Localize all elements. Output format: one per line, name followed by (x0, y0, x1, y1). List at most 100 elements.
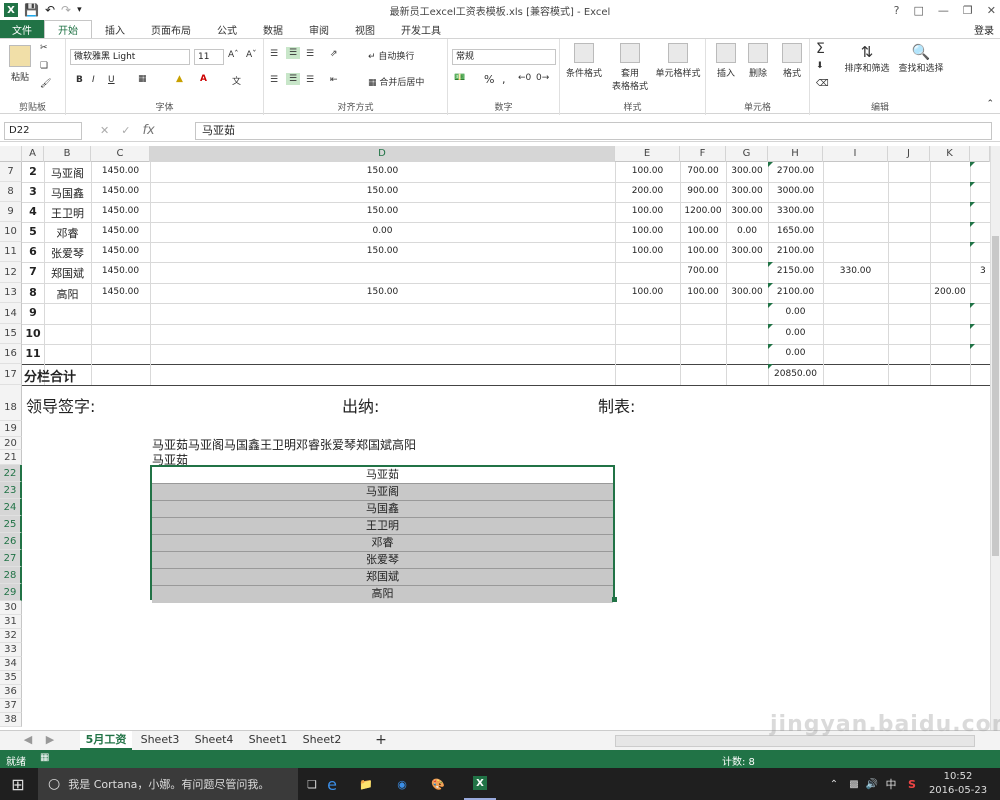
cell-d9[interactable]: 150.00 (150, 206, 615, 216)
file-explorer-icon[interactable]: 📁 (350, 768, 382, 800)
sheet-tab-may-salary[interactable]: 5月工资 (80, 731, 132, 750)
clear-icon[interactable]: ⌫ (816, 79, 829, 89)
col-header-a[interactable]: A (22, 146, 44, 162)
sheet-tab-sheet4[interactable]: Sheet4 (188, 731, 240, 750)
formula-input[interactable]: 马亚茹 (195, 122, 992, 140)
paint-icon[interactable]: 🎨 (422, 768, 454, 800)
col-header-j[interactable]: J (888, 146, 930, 162)
cell-a10[interactable]: 5 (22, 225, 44, 238)
row-header[interactable]: 28 (0, 567, 22, 584)
cell-d11[interactable]: 150.00 (150, 246, 615, 256)
cell-h7[interactable]: 2700.00 (768, 166, 823, 176)
cell-c8[interactable]: 1450.00 (91, 186, 150, 196)
align-left-icon[interactable]: ☰ (270, 75, 278, 85)
cut-icon[interactable]: ✂ (40, 43, 48, 53)
row-header[interactable]: 22 (0, 465, 22, 482)
save-icon[interactable]: 💾 (24, 3, 39, 17)
cell-f13[interactable]: 100.00 (680, 287, 726, 297)
row-header[interactable]: 33 (0, 643, 22, 657)
cell-f7[interactable]: 700.00 (680, 166, 726, 176)
cell-e7[interactable]: 100.00 (615, 166, 680, 176)
tab-home[interactable]: 开始 (44, 20, 92, 38)
cell-h15[interactable]: 0.00 (768, 328, 823, 338)
tab-file[interactable]: 文件 (0, 20, 44, 38)
cell-e10[interactable]: 100.00 (615, 226, 680, 236)
cell-c13[interactable]: 1450.00 (91, 287, 150, 297)
shrink-font-icon[interactable]: Aˇ (246, 50, 257, 60)
maker-label[interactable]: 制表: (598, 393, 678, 417)
col-header-g[interactable]: G (726, 146, 768, 162)
cell-h11[interactable]: 2100.00 (768, 246, 823, 256)
cell-h10[interactable]: 1650.00 (768, 226, 823, 236)
insert-function-icon[interactable]: fx (142, 123, 154, 138)
row-header[interactable]: 19 (0, 421, 22, 437)
row-header[interactable]: 12 (0, 262, 22, 283)
cell-b8[interactable]: 马国鑫 (44, 185, 91, 201)
cell-d20[interactable]: 马亚茹马亚阁马国鑫王卫明邓睿张爱琴郑国斌高阳 (152, 436, 416, 453)
ime-indicator[interactable]: 中 (882, 768, 900, 800)
row-header[interactable]: 35 (0, 671, 22, 685)
row-header[interactable]: 7 (0, 162, 22, 182)
vertical-scroll-thumb[interactable] (992, 236, 999, 556)
close-button[interactable]: ✕ (987, 4, 996, 17)
cell-b12[interactable]: 郑国斌 (44, 265, 91, 281)
selected-range-d22-d29[interactable]: 马亚茹 马亚阁 马国鑫 王卫明 邓睿 张爱琴 郑国斌 高阳 (150, 465, 617, 603)
cell-h17[interactable]: 20850.00 (768, 369, 823, 379)
cell-g7[interactable]: 300.00 (726, 166, 768, 176)
autosum-icon[interactable]: Σ (816, 41, 825, 57)
row-header[interactable]: 20 (0, 437, 22, 450)
list-item[interactable]: 高阳 (152, 586, 613, 603)
find-select-button[interactable]: 🔍 查找和选择 (894, 43, 948, 74)
minimize-button[interactable]: — (938, 4, 949, 17)
row-header[interactable]: 36 (0, 685, 22, 699)
tab-data[interactable]: 数据 (250, 20, 296, 38)
login-link[interactable]: 登录 (974, 20, 1000, 38)
cell-f12[interactable]: 700.00 (680, 266, 726, 276)
cell-d13[interactable]: 150.00 (150, 287, 615, 297)
border-icon[interactable]: ▦ (138, 74, 147, 84)
row-header[interactable]: 37 (0, 699, 22, 713)
sheet-tab-sheet3[interactable]: Sheet3 (134, 731, 186, 750)
tab-formulas[interactable]: 公式 (204, 20, 250, 38)
decrease-decimal-icon[interactable]: 0→ (536, 73, 549, 83)
cell-h16[interactable]: 0.00 (768, 348, 823, 358)
row-header[interactable]: 21 (0, 450, 22, 465)
edge-browser-icon[interactable]: e (316, 768, 348, 800)
row-header[interactable]: 16 (0, 344, 22, 364)
list-item[interactable]: 王卫明 (152, 518, 613, 535)
cell-c12[interactable]: 1450.00 (91, 266, 150, 276)
clock[interactable]: 10:52 2016-05-23 (920, 770, 996, 798)
browser-icon[interactable]: ◉ (386, 768, 418, 800)
row-header[interactable]: 31 (0, 615, 22, 629)
row-header[interactable]: 29 (0, 584, 22, 601)
cell-f8[interactable]: 900.00 (680, 186, 726, 196)
cell-c10[interactable]: 1450.00 (91, 226, 150, 236)
font-size-combo[interactable]: 11 (194, 49, 224, 65)
sort-filter-button[interactable]: ⇅ 排序和筛选 (840, 43, 894, 74)
cortana-search-box[interactable]: ○ 我是 Cortana，小娜。有问题尽管问我。 (38, 768, 298, 800)
cell-a17-subtotal-label[interactable]: 分栏合计 (24, 366, 94, 385)
cell-g8[interactable]: 300.00 (726, 186, 768, 196)
list-item[interactable]: 马亚茹 (152, 467, 613, 484)
conditional-format-button[interactable]: 条件格式 (562, 43, 606, 79)
cell-a15[interactable]: 10 (22, 327, 44, 340)
insert-cells-button[interactable]: 插入 (712, 43, 740, 79)
fill-handle[interactable] (612, 597, 617, 602)
orientation-icon[interactable]: ⇗ (330, 49, 338, 59)
tray-up-icon[interactable]: ⌃ (826, 768, 842, 800)
align-right-icon[interactable]: ☰ (306, 75, 314, 85)
cell-i12[interactable]: 330.00 (823, 266, 888, 276)
cell-h9[interactable]: 3300.00 (768, 206, 823, 216)
excel-taskbar-icon[interactable]: X (464, 768, 496, 800)
cell-b9[interactable]: 王卫明 (44, 205, 91, 221)
row-header[interactable]: 14 (0, 303, 22, 324)
list-item[interactable]: 马亚阁 (152, 484, 613, 501)
cell-g10[interactable]: 0.00 (726, 226, 768, 236)
tab-insert[interactable]: 插入 (92, 20, 138, 38)
col-header-b[interactable]: B (44, 146, 91, 162)
row-header[interactable]: 26 (0, 533, 22, 550)
col-header-d[interactable]: D (150, 146, 615, 162)
col-header-i[interactable]: I (823, 146, 888, 162)
tab-review[interactable]: 审阅 (296, 20, 342, 38)
bold-button[interactable]: B (76, 75, 83, 85)
